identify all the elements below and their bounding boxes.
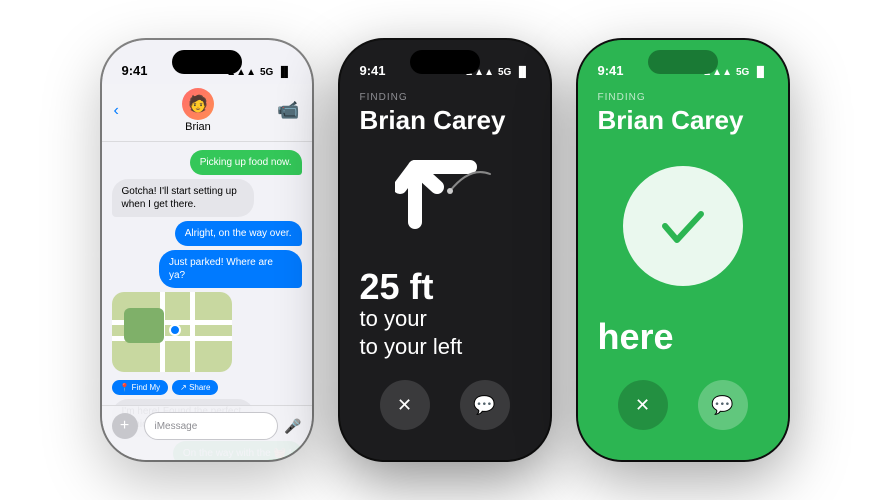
here-text: here [598,316,768,370]
finding-actions-green: ✕ 💬 [598,370,768,460]
distance-description: to your to your left [360,305,530,362]
message-icon-green: 💬 [711,395,733,416]
network-1: 5G [260,67,273,78]
battery-icon-2: ▐▌ [515,67,529,78]
map-bubble[interactable] [112,292,232,372]
phone-finding-green: 9:41 ▲▲▲ 5G ▐▌ FINDING Brian Carey here [578,40,788,460]
cancel-icon-green: ✕ [635,395,650,416]
message-bubble: Just parked! Where are ya? [159,250,302,288]
arc-indicator [445,166,495,196]
back-button[interactable]: ‹ [114,102,119,120]
direction-area [360,136,530,269]
messages-header: ‹ 🧑 Brian 📹 [102,84,312,142]
message-bubble: Picking up food now. [190,150,302,175]
map-park [124,308,164,343]
map-road [190,292,195,372]
message-icon: 💬 [473,395,495,416]
message-bubble: Alright, on the way over. [175,221,302,246]
map-location-pin [169,324,181,336]
find-my-button[interactable]: 📍 Find My [112,380,169,395]
finding-actions-dark: ✕ 💬 [360,370,530,460]
checkmark-area [598,136,768,316]
finding-label-green: FINDING [598,92,768,103]
video-call-button[interactable]: 📹 [277,100,299,121]
checkmark-circle [623,166,743,286]
phone-finding-dark: 9:41 ▲▲▲ 5G ▐▌ FINDING Brian Carey [340,40,550,460]
scene: 9:41 ▲▲▲ 5G ▐▌ ‹ 🧑 Brian 📹 [0,0,889,500]
message-bubble: Gotcha! I'll start setting up when I get… [112,179,255,217]
messages-input-bar: + iMessage 🎤 [102,405,312,460]
network-3: 5G [736,67,749,78]
dynamic-island-3 [648,50,718,74]
finding-label-dark: FINDING [360,92,530,103]
add-attachment-button[interactable]: + [112,413,138,439]
finding-contact-name-green: Brian Carey [598,105,768,136]
message-button-dark[interactable]: 💬 [460,380,510,430]
contact-avatar: 🧑 [182,88,214,120]
distance-number: 25 ft [360,269,530,305]
cancel-button-dark[interactable]: ✕ [380,380,430,430]
dynamic-island-2 [410,50,480,74]
distance-area: 25 ft to your to your left [360,269,530,370]
to-text: to [360,306,384,331]
contact-name: Brian [185,121,211,133]
mic-icon[interactable]: 🎤 [284,418,301,435]
share-button[interactable]: ↗ Share [172,380,218,395]
status-time-3: 9:41 [598,63,624,78]
finding-dark-screen: 9:41 ▲▲▲ 5G ▐▌ FINDING Brian Carey [340,40,550,460]
message-button-green[interactable]: 💬 [698,380,748,430]
messages-contact: 🧑 Brian [182,88,214,133]
message-input[interactable]: iMessage [144,412,279,440]
map-image [112,292,232,372]
finding-contact-name-dark: Brian Carey [360,105,530,136]
left-text: to your left [360,334,463,359]
messages-screen: 9:41 ▲▲▲ 5G ▐▌ ‹ 🧑 Brian 📹 [102,40,312,460]
network-2: 5G [498,67,511,78]
dynamic-island-1 [172,50,242,74]
battery-icon-1: ▐▌ [277,67,291,78]
cancel-icon: ✕ [397,395,412,416]
cancel-button-green[interactable]: ✕ [618,380,668,430]
phone-messages: 9:41 ▲▲▲ 5G ▐▌ ‹ 🧑 Brian 📹 [102,40,312,460]
checkmark-icon [653,196,713,256]
battery-icon-3: ▐▌ [753,67,767,78]
status-time-1: 9:41 [122,63,148,78]
input-placeholder: iMessage [155,421,198,432]
finding-green-screen: 9:41 ▲▲▲ 5G ▐▌ FINDING Brian Carey here [578,40,788,460]
status-time-2: 9:41 [360,63,386,78]
your-text: your [384,306,427,331]
map-actions: 📍 Find My ↗ Share [112,380,302,395]
avatar-emoji: 🧑 [188,94,208,114]
